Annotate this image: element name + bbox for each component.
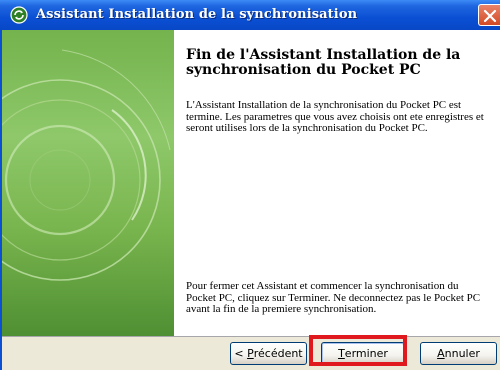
wizard-side-image	[2, 30, 174, 336]
button-bar: < Précédent Terminer Annuler	[2, 336, 500, 370]
back-button-mnemonic: P	[247, 347, 254, 360]
sync-icon	[10, 6, 28, 24]
back-button-label: récédent	[253, 347, 303, 360]
close-button[interactable]	[478, 4, 500, 26]
page-title: Fin de l'Assistant Installation de la sy…	[186, 47, 461, 78]
back-button[interactable]: < Précédent	[230, 342, 307, 365]
completion-message: L'Assistant Installation de la synchroni…	[186, 99, 484, 134]
title-bar[interactable]: Assistant Installation de la synchronisa…	[0, 0, 500, 30]
finish-button-highlight	[309, 335, 407, 366]
cancel-button-label: nnuler	[444, 347, 480, 360]
back-button-prefix: <	[234, 347, 248, 360]
cancel-button-mnemonic: A	[437, 347, 445, 360]
cancel-button[interactable]: Annuler	[420, 342, 497, 365]
window-title: Assistant Installation de la synchronisa…	[36, 7, 358, 22]
instruction-message: Pour fermer cet Assistant et commencer l…	[186, 280, 481, 315]
close-icon	[483, 9, 497, 23]
wizard-content: Fin de l'Assistant Installation de la sy…	[174, 30, 500, 336]
